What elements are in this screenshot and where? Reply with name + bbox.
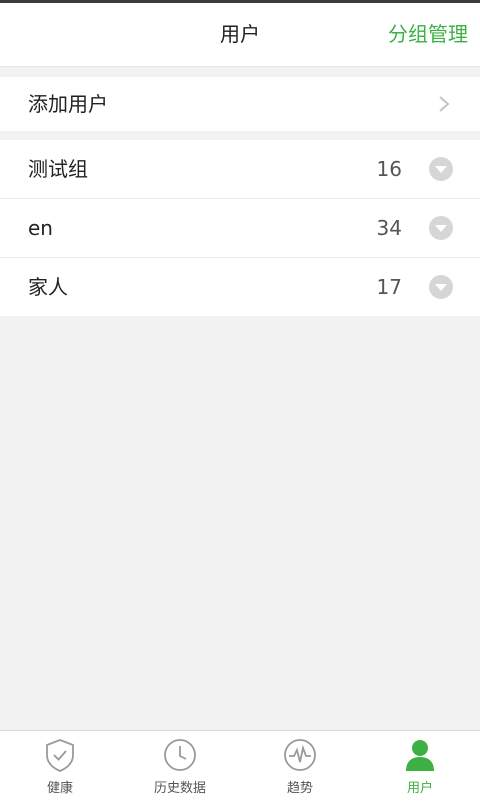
tab-label: 趋势	[286, 781, 313, 796]
group-name: 测试组	[28, 157, 88, 181]
add-user-label: 添加用户	[28, 92, 108, 116]
expand-arrow-icon[interactable]	[429, 157, 453, 181]
user-icon	[406, 740, 434, 771]
expand-arrow-icon[interactable]	[429, 275, 453, 299]
group-count: 34	[376, 216, 402, 240]
bottom-tab-bar: 健康 历史数据 趋势 用户	[0, 730, 480, 801]
group-row[interactable]: 测试组 16	[0, 140, 480, 199]
header-bar: 用户 分组管理	[0, 3, 480, 67]
group-name: en	[28, 216, 53, 240]
expand-arrow-icon[interactable]	[429, 216, 453, 240]
tab-user[interactable]: 用户	[360, 731, 480, 801]
tab-label: 用户	[406, 781, 433, 796]
tab-label: 历史数据	[153, 781, 206, 796]
tab-trend[interactable]: 趋势	[240, 731, 360, 801]
pulse-icon	[284, 739, 316, 771]
group-count: 17	[376, 275, 402, 299]
shield-check-icon	[46, 739, 74, 772]
group-name: 家人	[28, 275, 68, 299]
group-manage-button[interactable]: 分组管理	[388, 3, 468, 66]
group-row[interactable]: 家人 17	[0, 258, 480, 316]
group-row[interactable]: en 34	[0, 199, 480, 258]
chevron-right-icon	[439, 96, 450, 112]
add-user-row[interactable]: 添加用户	[0, 77, 480, 131]
tab-label: 健康	[46, 781, 73, 796]
clock-icon	[164, 739, 196, 771]
group-count: 16	[376, 157, 402, 181]
tab-history[interactable]: 历史数据	[120, 731, 240, 801]
group-list: 测试组 16 en 34 家人 17	[0, 140, 480, 316]
tab-health[interactable]: 健康	[0, 731, 120, 801]
